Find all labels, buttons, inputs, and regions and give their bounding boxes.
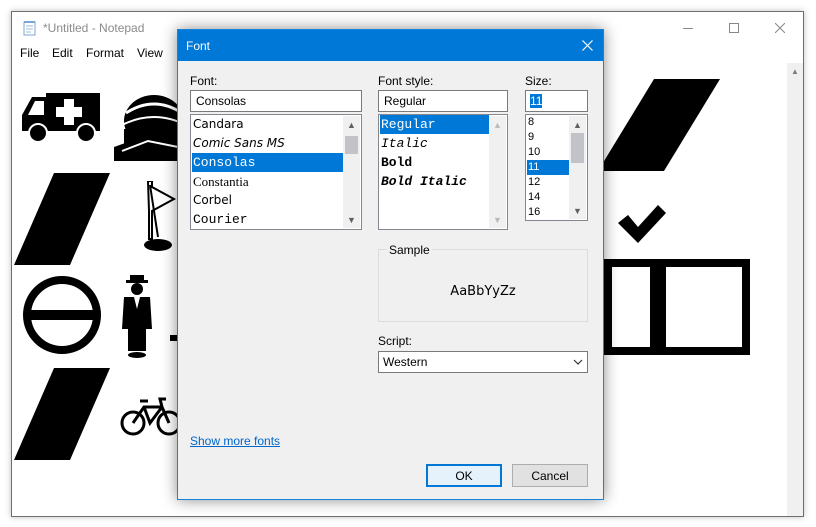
window-title: *Untitled - Notepad — [43, 21, 145, 35]
ok-button[interactable]: OK — [426, 464, 502, 487]
no-entry-icon — [23, 276, 101, 354]
chevron-up-icon[interactable]: ▲ — [343, 116, 360, 133]
size-list-item[interactable]: 10 — [527, 145, 569, 160]
font-style-item[interactable]: Bold Italic — [380, 172, 489, 191]
font-label: Font: — [190, 74, 218, 88]
size-list-item[interactable]: 8 — [527, 115, 569, 130]
slash-icon — [14, 368, 110, 460]
dialog-close-button[interactable] — [571, 30, 603, 61]
empty-box-icon — [604, 259, 750, 355]
vertical-scrollbar[interactable]: ▲ — [787, 63, 803, 516]
close-icon — [581, 40, 593, 51]
script-select[interactable]: Western — [378, 351, 588, 373]
sample-label: Sample — [387, 243, 432, 257]
size-input[interactable]: 11 — [525, 90, 588, 112]
dialog-title: Font — [186, 39, 211, 53]
font-style-list[interactable]: Regular Italic Bold Bold Italic ▲ ▼ — [378, 114, 508, 230]
ambulance-icon — [22, 93, 100, 143]
show-more-fonts-link[interactable]: Show more fonts — [190, 434, 280, 448]
chevron-down-icon — [573, 359, 583, 365]
minimize-icon — [683, 27, 693, 29]
chevron-up-icon[interactable]: ▲ — [569, 116, 586, 133]
chevron-up-icon[interactable]: ▲ — [489, 116, 506, 133]
font-list-item-selected[interactable]: Consolas — [192, 153, 344, 172]
minimize-button[interactable] — [665, 12, 711, 43]
size-list-scrollbar[interactable]: ▲ ▼ — [569, 116, 586, 219]
font-style-scrollbar[interactable]: ▲ ▼ — [489, 116, 506, 228]
size-list-item-selected[interactable]: 11 — [527, 160, 569, 175]
close-icon — [775, 22, 785, 33]
sample-preview-text: AaBbYyZz — [450, 284, 516, 299]
font-list-item[interactable]: Candara — [192, 115, 344, 134]
dialog-titlebar[interactable]: Font — [178, 30, 603, 61]
menu-file[interactable]: File — [20, 46, 39, 60]
size-input-selection: 11 — [530, 94, 543, 108]
notepad-icon — [23, 21, 36, 36]
font-list-item[interactable]: Courier — [192, 210, 344, 229]
checkmark-icon — [618, 205, 666, 243]
maximize-icon — [729, 22, 739, 33]
maximize-button[interactable] — [711, 12, 757, 43]
script-select-value: Western — [383, 355, 428, 369]
size-list-item[interactable]: 12 — [527, 175, 569, 190]
close-window-button[interactable] — [757, 12, 803, 43]
chevron-down-icon[interactable]: ▼ — [569, 202, 586, 219]
chevron-down-icon[interactable]: ▼ — [343, 211, 360, 228]
menu-format[interactable]: Format — [86, 46, 124, 60]
menu-view[interactable]: View — [137, 46, 163, 60]
cancel-button[interactable]: Cancel — [512, 464, 588, 487]
size-label: Size: — [525, 74, 552, 88]
font-list-scrollbar[interactable]: ▲ ▼ — [343, 116, 360, 228]
font-style-item[interactable]: Bold — [380, 153, 489, 172]
scroll-thumb[interactable] — [345, 136, 358, 154]
sample-group: Sample AaBbYyZz — [378, 243, 588, 322]
font-dialog: Font Font: Consolas Candara Comic Sans M… — [177, 29, 604, 500]
font-style-input[interactable]: Regular — [378, 90, 508, 112]
bicycle-icon — [120, 397, 182, 436]
script-label: Script: — [378, 334, 413, 348]
font-style-item[interactable]: Italic — [380, 134, 489, 153]
scroll-thumb[interactable] — [571, 133, 584, 163]
font-list-item[interactable]: Comic Sans MS — [192, 134, 344, 153]
size-list-item[interactable]: 16 — [527, 205, 569, 220]
size-list-item[interactable]: 14 — [527, 190, 569, 205]
chevron-down-icon[interactable]: ▼ — [489, 211, 506, 228]
font-list-item[interactable]: Corbel — [192, 191, 344, 210]
size-list[interactable]: 8 9 10 11 12 14 16 ▲ ▼ — [525, 114, 588, 221]
font-style-label: Font style: — [378, 74, 434, 88]
menu-edit[interactable]: Edit — [52, 46, 73, 60]
font-list-item[interactable]: Constantia — [192, 172, 344, 191]
font-style-item-selected[interactable]: Regular — [380, 115, 489, 134]
size-list-item[interactable]: 9 — [527, 130, 569, 145]
slash-icon — [14, 173, 110, 265]
scroll-up-icon[interactable]: ▲ — [787, 63, 803, 79]
steam-locomotive-icon — [114, 95, 187, 161]
man-in-suit-icon — [122, 275, 178, 358]
font-list[interactable]: Candara Comic Sans MS Consolas Constanti… — [190, 114, 362, 230]
slash-icon — [598, 79, 720, 171]
font-name-input[interactable]: Consolas — [190, 90, 362, 112]
